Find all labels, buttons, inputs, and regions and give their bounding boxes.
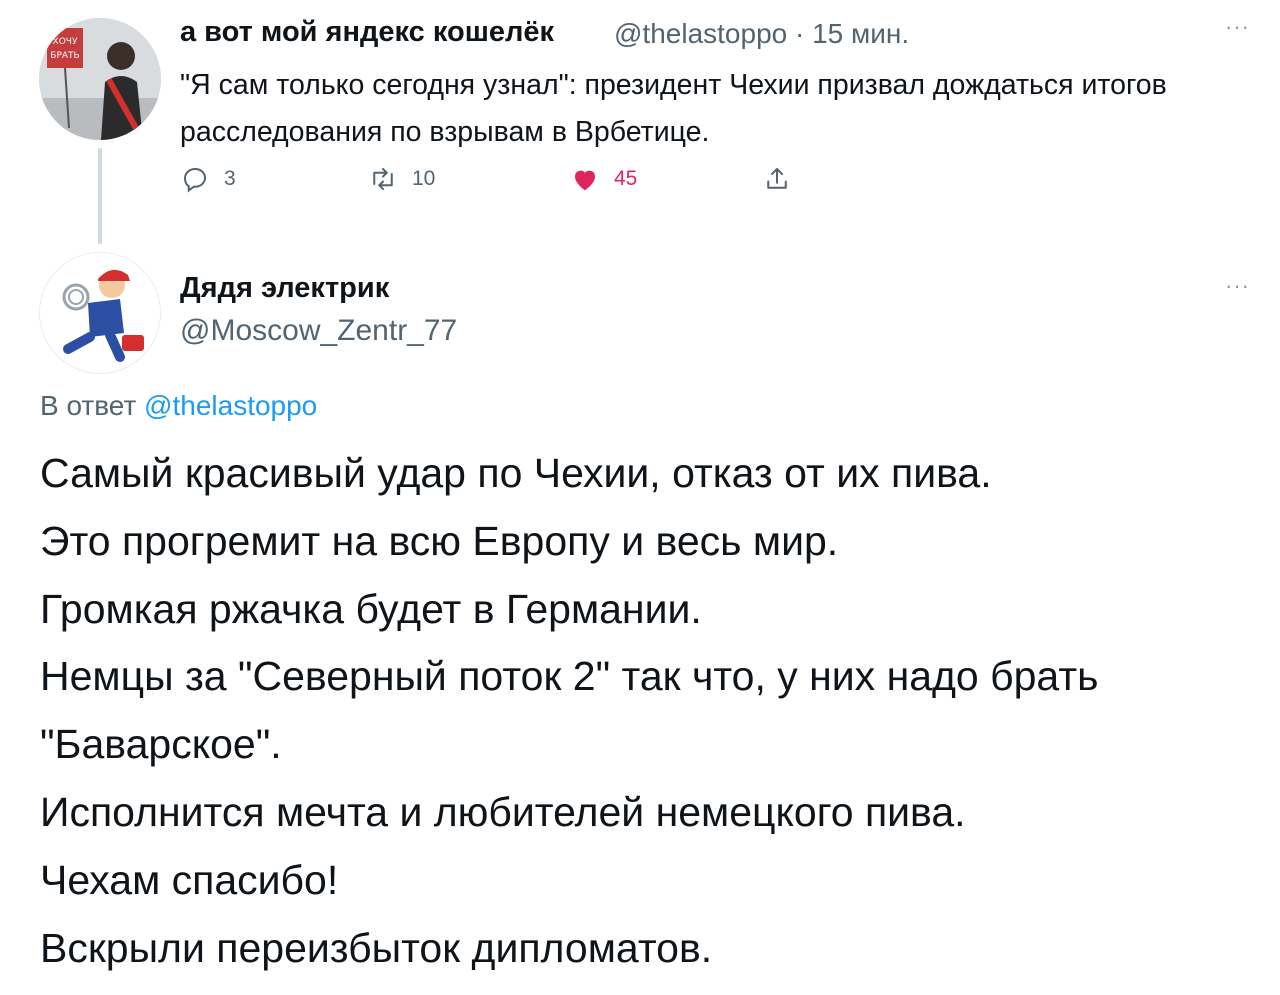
retweet-icon: [373, 168, 393, 190]
reply-tweet-text: Самый красивый удар по Чехии, отказ от и…: [40, 440, 1260, 982]
parent-avatar[interactable]: ХОЧУ БРАТЬ: [39, 18, 161, 140]
retweet-button[interactable]: 10: [368, 164, 435, 194]
reply-author-handle[interactable]: @Moscow_Zentr_77: [180, 314, 457, 348]
parent-tweet-text: "Я сам только сегодня узнал": президент …: [180, 69, 1167, 148]
reply-author-name[interactable]: Дядя электрик: [180, 272, 389, 305]
avatar-sign-text: ХОЧУ: [53, 37, 78, 47]
tweet-line: Исполнится мечта и любителей немецкого п…: [40, 788, 966, 835]
person-photo-icon: ХОЧУ БРАТЬ: [39, 18, 161, 140]
like-count: 45: [614, 167, 638, 190]
reply-context: В ответ @thelastoppo: [40, 390, 317, 422]
reply-icon: [183, 167, 207, 193]
heart-icon: [574, 170, 596, 191]
more-icon[interactable]: ···: [1225, 273, 1250, 299]
like-button[interactable]: 45: [570, 164, 637, 194]
reply-prefix: В ответ: [40, 390, 137, 421]
share-button[interactable]: [762, 164, 792, 194]
thread-connector-line: [98, 148, 102, 244]
share-icon: [767, 168, 787, 189]
more-icon[interactable]: ···: [1225, 14, 1250, 40]
tweet-line: "Баварское".: [40, 721, 282, 768]
parent-time[interactable]: · 15 мин.: [795, 18, 909, 49]
tweet-line: Громкая ржачка будет в Германии.: [40, 585, 702, 632]
tweet-line: Чехам спасибо!: [40, 856, 339, 903]
parent-handle-time: @thelastoppo · 15 мин.: [614, 18, 909, 50]
retweet-count: 10: [412, 167, 436, 190]
reply-button[interactable]: 3: [180, 164, 236, 194]
tweet-line: Самый красивый удар по Чехии, отказ от и…: [40, 450, 992, 496]
reply-avatar[interactable]: [39, 252, 161, 374]
electrician-cartoon-icon: [40, 253, 160, 373]
parent-author-name[interactable]: а вот мой яндекс кошелёк: [180, 16, 554, 49]
reply-mention-link[interactable]: @thelastoppo: [144, 390, 317, 421]
tweet-line: Немцы за "Северный поток 2" так что, у н…: [40, 653, 1099, 700]
reply-count: 3: [224, 167, 236, 190]
tweet-line: Вскрыли переизбыток дипломатов.: [40, 924, 713, 971]
tweet-line: Это прогремит на всю Европу и весь мир.: [40, 517, 839, 564]
parent-handle[interactable]: @thelastoppo: [614, 18, 787, 49]
svg-text:БРАТЬ: БРАТЬ: [50, 51, 79, 61]
